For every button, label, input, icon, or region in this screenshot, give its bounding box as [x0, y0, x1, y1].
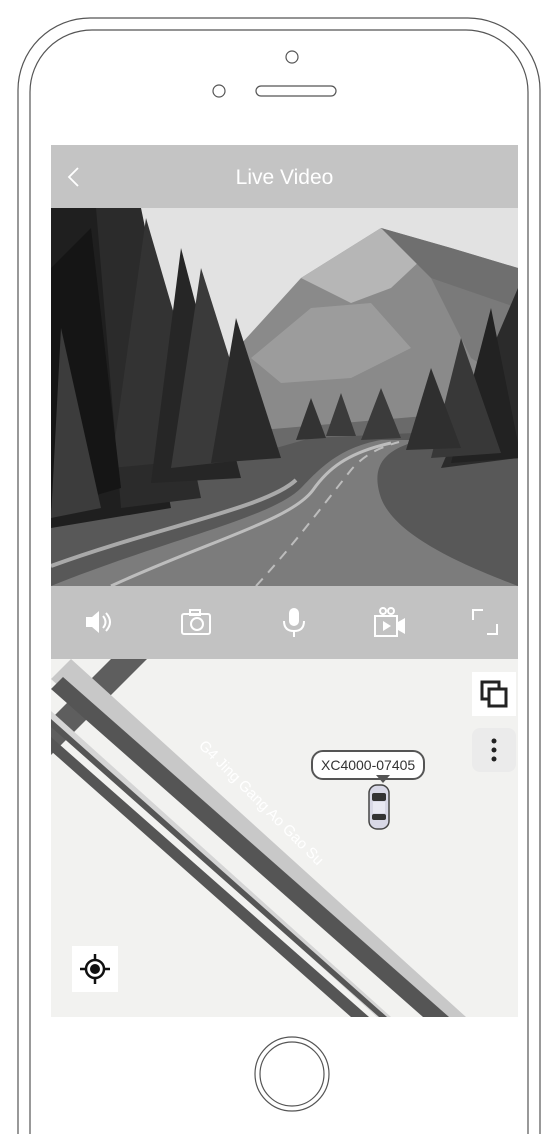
app-screen: Live Video G4 Jing Gang Ao Gao Su XC4000… — [51, 145, 518, 1017]
microphone-icon[interactable] — [276, 604, 312, 640]
more-options-button[interactable] — [472, 728, 516, 772]
live-video-view[interactable] — [51, 208, 518, 586]
layers-button[interactable] — [472, 672, 516, 716]
video-toolbar — [51, 586, 518, 659]
page-title: Live Video — [235, 166, 334, 189]
chevron-left-icon[interactable] — [63, 165, 87, 189]
speaker-icon[interactable] — [81, 604, 117, 640]
car-marker-icon[interactable] — [368, 784, 390, 830]
vehicle-id-label[interactable]: XC4000-07405 — [311, 750, 426, 780]
layers-icon — [480, 680, 508, 708]
proximity-sensor — [212, 84, 226, 98]
video-record-icon[interactable] — [371, 604, 407, 640]
front-camera — [285, 50, 299, 64]
vehicle-label-pointer — [376, 775, 390, 783]
home-button — [254, 1036, 330, 1112]
locate-button[interactable] — [72, 946, 118, 992]
camera-icon[interactable] — [178, 604, 214, 640]
locate-icon — [80, 954, 110, 984]
more-vertical-icon — [491, 738, 497, 762]
nav-bar: Live Video — [51, 145, 518, 208]
fullscreen-icon[interactable] — [467, 604, 503, 640]
earpiece-speaker — [255, 85, 337, 97]
